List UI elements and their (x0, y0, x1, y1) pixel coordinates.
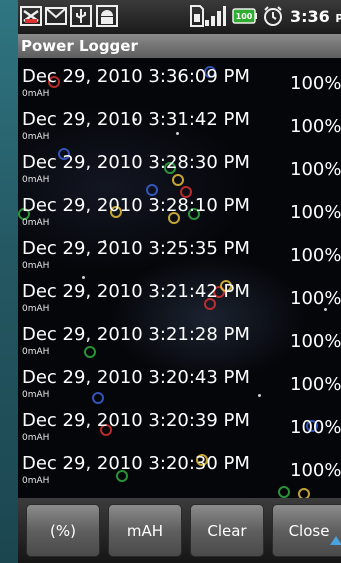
log-mah: 0mAH (22, 218, 50, 228)
clear-button[interactable]: Clear (190, 504, 264, 557)
log-mah: 0mAH (22, 304, 50, 314)
log-timestamp: Dec 29, 2010 3:36:09 PM (22, 66, 250, 87)
log-percent: 100% (290, 374, 341, 395)
battery-icon: 100 (232, 5, 258, 27)
log-timestamp: Dec 29, 2010 3:20:30 PM (22, 453, 250, 474)
log-percent: 100% (290, 73, 341, 94)
missed-call-icon (20, 5, 42, 27)
log-row[interactable]: Dec 29, 2010 3:20:43 PM 0mAH 100% (18, 359, 341, 402)
log-percent: 100% (290, 116, 341, 137)
log-row[interactable]: Dec 29, 2010 3:28:30 PM 0mAH 100% (18, 144, 341, 187)
power-log-list: Dec 29, 2010 3:36:09 PM 0mAH 100% Dec 29… (18, 58, 341, 488)
log-percent: 100% (290, 245, 341, 266)
percent-button[interactable]: (%) (26, 504, 100, 557)
log-mah: 0mAH (22, 132, 50, 142)
close-button[interactable]: Close (272, 504, 341, 557)
log-mah: 0mAH (22, 347, 50, 357)
log-percent: 100% (290, 331, 341, 352)
usb-icon (70, 5, 92, 27)
log-row[interactable]: Dec 29, 2010 3:25:35 PM 0mAH 100% (18, 230, 341, 273)
log-timestamp: Dec 29, 2010 3:21:42 PM (22, 281, 250, 302)
log-percent: 100% (290, 417, 341, 438)
log-mah: 0mAH (22, 89, 50, 99)
log-mah: 0mAH (22, 261, 50, 271)
bottom-button-bar: (%) mAH Clear Close (18, 498, 341, 563)
log-mah: 0mAH (22, 390, 50, 400)
log-row[interactable]: Dec 29, 2010 3:21:28 PM 0mAH 100% (18, 316, 341, 359)
log-timestamp: Dec 29, 2010 3:20:43 PM (22, 367, 250, 388)
android-debug-icon (96, 5, 118, 27)
status-clock: 3:36 PM (290, 7, 341, 26)
log-timestamp: Dec 29, 2010 3:31:42 PM (22, 109, 250, 130)
log-row[interactable]: Dec 29, 2010 3:20:39 PM 0mAH 100% (18, 402, 341, 445)
signal-icon (204, 5, 226, 27)
phone-screen: 100 3:36 PM Power Logger (18, 0, 341, 563)
log-row[interactable]: Dec 29, 2010 3:21:42 PM 0mAH 100% (18, 273, 341, 316)
status-bar: 100 3:36 PM (18, 0, 341, 34)
log-percent: 100% (290, 159, 341, 180)
log-list-area[interactable]: Dec 29, 2010 3:36:09 PM 0mAH 100% Dec 29… (18, 58, 341, 498)
log-timestamp: Dec 29, 2010 3:21:28 PM (22, 324, 250, 345)
log-mah: 0mAH (22, 175, 50, 185)
log-row[interactable]: Dec 29, 2010 3:36:09 PM 0mAH 100% (18, 58, 341, 101)
log-row[interactable]: Dec 29, 2010 3:20:30 PM 0mAH 100% (18, 445, 341, 488)
log-mah: 0mAH (22, 433, 50, 443)
scroll-up-arrow-icon[interactable] (330, 536, 341, 545)
log-row[interactable]: Dec 29, 2010 3:28:10 PM 0mAH 100% (18, 187, 341, 230)
log-mah: 0mAH (22, 476, 50, 486)
log-timestamp: Dec 29, 2010 3:28:10 PM (22, 195, 250, 216)
battery-level-text: 100 (236, 12, 253, 21)
log-row[interactable]: Dec 29, 2010 3:31:42 PM 0mAH 100% (18, 101, 341, 144)
log-timestamp: Dec 29, 2010 3:28:30 PM (22, 152, 250, 173)
log-percent: 100% (290, 202, 341, 223)
mah-button[interactable]: mAH (108, 504, 182, 557)
gmail-icon (45, 5, 67, 27)
log-timestamp: Dec 29, 2010 3:20:39 PM (22, 410, 250, 431)
log-timestamp: Dec 29, 2010 3:25:35 PM (22, 238, 250, 259)
log-percent: 100% (290, 288, 341, 309)
alarm-icon (262, 5, 284, 27)
log-percent: 100% (290, 460, 341, 481)
app-title: Power Logger (18, 34, 341, 58)
